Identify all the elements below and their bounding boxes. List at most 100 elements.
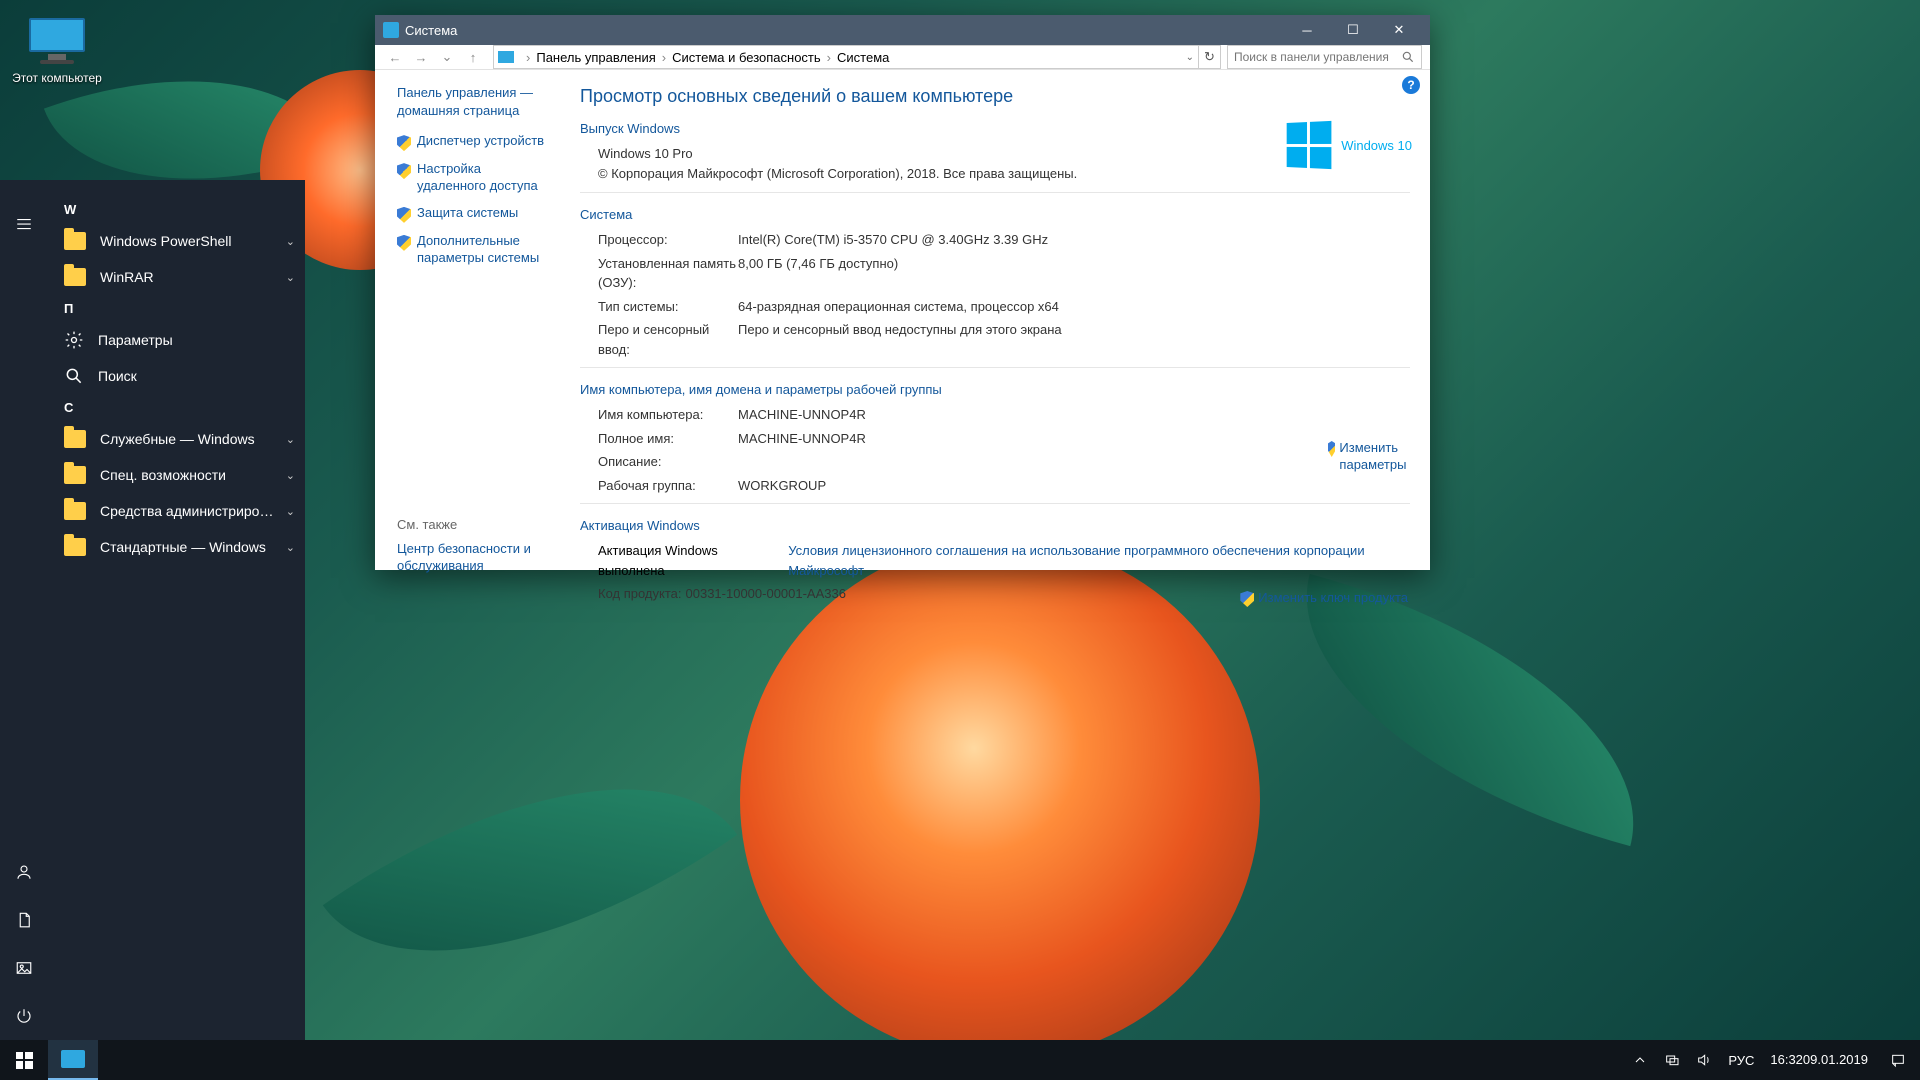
start-button[interactable]: [0, 1040, 48, 1080]
folder-icon: [64, 466, 86, 484]
change-settings-link[interactable]: Изменить параметры: [1328, 440, 1408, 474]
sidebar-link-system-protection[interactable]: Защита системы: [397, 205, 552, 223]
picture-icon: [15, 959, 33, 977]
start-item-settings[interactable]: Параметры: [48, 322, 305, 358]
start-item-accessories[interactable]: Стандартные — Windows ⌄: [48, 529, 305, 565]
tray-notifications-button[interactable]: [1876, 1040, 1920, 1080]
shield-icon: [397, 235, 411, 251]
sidebar: Панель управления — домашняя страница Ди…: [375, 70, 560, 618]
chevron-down-icon: ⌄: [286, 541, 295, 554]
search-input[interactable]: [1234, 50, 1401, 64]
start-item-system-tools[interactable]: Служебные — Windows ⌄: [48, 421, 305, 457]
refresh-button[interactable]: ↻: [1199, 45, 1221, 69]
computer-name-value: MACHINE-UNNOP4R: [738, 405, 866, 425]
system-window: Система ─ ☐ ✕ ← → ⌄ ↑ › Панель управлени…: [375, 15, 1430, 570]
sidebar-link-device-manager[interactable]: Диспетчер устройств: [397, 133, 552, 151]
sidebar-link-advanced-settings[interactable]: Дополнительные параметры системы: [397, 233, 552, 267]
search-box[interactable]: [1227, 45, 1422, 69]
start-menu: W Windows PowerShell ⌄ WinRAR ⌄ П Параме…: [0, 180, 305, 1040]
computer-icon: [27, 18, 87, 66]
product-key-value: 00331-10000-00001-AA336: [686, 584, 846, 604]
clock-date: 09.01.2019: [1803, 1052, 1868, 1068]
start-group-header[interactable]: С: [48, 394, 305, 421]
start-item-accessibility[interactable]: Спец. возможности ⌄: [48, 457, 305, 493]
pen-touch-value: Перо и сенсорный ввод недоступны для это…: [738, 320, 1062, 359]
computer-icon: [61, 1050, 85, 1068]
chevron-up-icon: [1632, 1052, 1648, 1068]
main-panel: Просмотр основных сведений о вашем компь…: [560, 70, 1430, 618]
section-computer-name: Имя компьютера, имя домена и параметры р…: [580, 382, 1410, 397]
taskbar: РУС 16:32 09.01.2019: [0, 1040, 1920, 1080]
wallpaper-flower: [740, 540, 1260, 1060]
taskbar-app-system[interactable]: [48, 1040, 98, 1080]
start-rail: [0, 180, 48, 1040]
start-expand-button[interactable]: [0, 200, 48, 248]
license-terms-link[interactable]: Условия лицензионного соглашения на испо…: [788, 541, 1410, 580]
wallpaper-leaf: [323, 687, 738, 1052]
sidebar-link-remote-settings[interactable]: Настройка удаленного доступа: [397, 161, 552, 195]
folder-icon: [64, 232, 86, 250]
start-user-button[interactable]: [0, 848, 48, 896]
start-documents-button[interactable]: [0, 896, 48, 944]
start-power-button[interactable]: [0, 992, 48, 1040]
tray-network-button[interactable]: [1656, 1040, 1688, 1080]
start-item-windows-powershell[interactable]: Windows PowerShell ⌄: [48, 223, 305, 259]
address-dropdown[interactable]: ⌄: [1186, 52, 1194, 63]
ram-value: 8,00 ГБ (7,46 ГБ доступно): [738, 254, 898, 293]
maximize-button[interactable]: ☐: [1330, 15, 1376, 45]
folder-icon: [64, 430, 86, 448]
start-item-search[interactable]: Поиск: [48, 358, 305, 394]
up-button[interactable]: ↑: [461, 45, 485, 69]
clock-time: 16:32: [1770, 1052, 1803, 1068]
tray-volume-button[interactable]: [1688, 1040, 1720, 1080]
address-bar[interactable]: › Панель управления › Система и безопасн…: [493, 45, 1199, 69]
desktop-icon-this-pc[interactable]: Этот компьютер: [12, 18, 102, 85]
tray-clock[interactable]: 16:32 09.01.2019: [1762, 1040, 1876, 1080]
full-name-value: MACHINE-UNNOP4R: [738, 429, 866, 449]
section-activation: Активация Windows: [580, 518, 1410, 533]
system-type-value: 64-разрядная операционная система, проце…: [738, 297, 1059, 317]
window-titlebar[interactable]: Система ─ ☐ ✕: [375, 15, 1430, 45]
shield-icon: [397, 135, 411, 151]
start-pictures-button[interactable]: [0, 944, 48, 992]
page-heading: Просмотр основных сведений о вашем компь…: [580, 86, 1410, 107]
chevron-down-icon: ⌄: [286, 235, 295, 248]
computer-icon: [383, 22, 399, 38]
start-item-winrar[interactable]: WinRAR ⌄: [48, 259, 305, 295]
breadcrumb-system-security[interactable]: Система и безопасность: [672, 50, 821, 65]
hamburger-icon: [15, 215, 33, 233]
see-also-title: См. также: [397, 517, 552, 532]
activation-status: Активация Windows выполнена: [598, 541, 778, 580]
close-button[interactable]: ✕: [1376, 15, 1422, 45]
minimize-button[interactable]: ─: [1284, 15, 1330, 45]
notification-icon: [1890, 1052, 1906, 1068]
forward-button[interactable]: →: [409, 45, 433, 69]
chevron-down-icon: ⌄: [286, 433, 295, 446]
breadcrumb-system[interactable]: Система: [837, 50, 889, 65]
start-item-admin-tools[interactable]: Средства администрирования... ⌄: [48, 493, 305, 529]
start-group-header[interactable]: W: [48, 196, 305, 223]
folder-icon: [64, 538, 86, 556]
folder-icon: [64, 502, 86, 520]
change-product-key-link[interactable]: Изменить ключ продукта: [1240, 590, 1408, 607]
window-title: Система: [405, 23, 457, 38]
chevron-down-icon: ⌄: [286, 271, 295, 284]
power-icon: [15, 1007, 33, 1025]
folder-icon: [64, 268, 86, 286]
breadcrumb-control-panel[interactable]: Панель управления: [536, 50, 655, 65]
recent-button[interactable]: ⌄: [435, 45, 459, 69]
user-icon: [15, 863, 33, 881]
network-icon: [1664, 1052, 1680, 1068]
sidebar-home-link[interactable]: Панель управления — домашняя страница: [397, 84, 552, 119]
tray-overflow-button[interactable]: [1624, 1040, 1656, 1080]
back-button[interactable]: ←: [383, 45, 407, 69]
explorer-toolbar: ← → ⌄ ↑ › Панель управления › Система и …: [375, 45, 1430, 70]
tray-language-button[interactable]: РУС: [1720, 1040, 1762, 1080]
see-also-security-center[interactable]: Центр безопасности и обслуживания: [397, 540, 552, 575]
document-icon: [15, 911, 33, 929]
start-apps-list: W Windows PowerShell ⌄ WinRAR ⌄ П Параме…: [48, 180, 305, 1040]
start-group-header[interactable]: П: [48, 295, 305, 322]
shield-icon: [397, 163, 411, 179]
system-tray: РУС 16:32 09.01.2019: [1624, 1040, 1920, 1080]
speaker-icon: [1696, 1052, 1712, 1068]
